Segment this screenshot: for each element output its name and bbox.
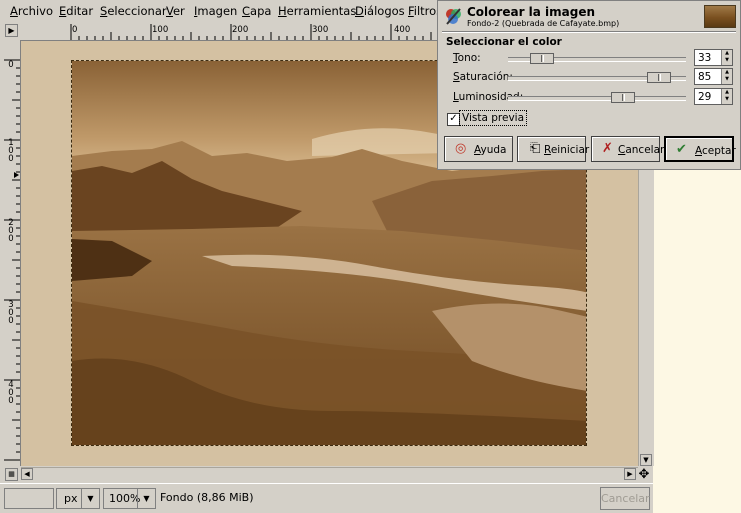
colorize-dialog: Colorear la imagen Fondo-2 (Quebrada de … <box>437 0 741 170</box>
menu-capa[interactable]: Capa <box>242 4 271 18</box>
scroll-left-arrow[interactable]: ◀ <box>21 468 33 480</box>
tono-slider[interactable] <box>508 53 686 64</box>
colorize-icon <box>446 8 461 25</box>
image-thumbnail <box>704 5 736 28</box>
menu-dialogos[interactable]: Diálogos <box>355 4 405 18</box>
luminosidad-slider[interactable] <box>508 92 686 103</box>
spin-arrows-icon[interactable]: ▲ ▼ <box>721 50 732 65</box>
menu-ver[interactable]: Ver <box>166 4 185 18</box>
dialog-title: Colorear la imagen <box>467 5 596 19</box>
help-button-label: Ayuda <box>474 144 507 156</box>
accept-button-label: Aceptar <box>695 145 736 157</box>
vruler-label-200: 200 <box>8 218 14 244</box>
scroll-right-arrow[interactable]: ▶ <box>624 468 636 480</box>
navigate-icon[interactable]: ✥ <box>637 468 651 482</box>
vruler-label-0: 0 <box>8 60 14 70</box>
reset-button[interactable]: ⎗ Reiniciar <box>517 136 590 162</box>
dialog-subtitle: Fondo-2 (Quebrada de Cafayate.bmp) <box>467 19 620 28</box>
menu-archivo[interactable]: Archivo <box>10 4 53 18</box>
zoom-select[interactable]: 100% ▼ <box>103 488 156 509</box>
quick-mask-icon[interactable]: ▦ <box>5 468 18 481</box>
zoom-value: 100% <box>109 492 141 505</box>
statusbar: px ▼ 100% ▼ Fondo (8,86 MiB) Cancelar <box>0 483 653 513</box>
unit-value: px <box>64 492 78 505</box>
chevron-down-icon: ▼ <box>137 489 155 508</box>
status-cancel-button[interactable]: Cancelar <box>600 487 650 510</box>
dialog-separator <box>442 31 736 33</box>
cancel-button-label: Cancelar <box>618 144 665 156</box>
horizontal-scrollbar[interactable]: ◀ ▶ <box>21 467 638 482</box>
reset-button-label: Reiniciar <box>544 144 590 156</box>
cancel-button[interactable]: ✗ Cancelar <box>591 136 664 162</box>
chevron-down-icon: ▼ <box>81 489 99 508</box>
spin-arrows-icon[interactable]: ▲ ▼ <box>721 89 732 104</box>
ruler-label-400: 400 <box>394 25 411 35</box>
scroll-down-arrow[interactable]: ▼ <box>640 454 652 466</box>
luminosidad-slider-knob[interactable] <box>611 92 635 103</box>
vertical-ruler: 0 100 200 300 400 <box>4 41 21 466</box>
image-menu-button[interactable]: ▶ <box>5 24 18 37</box>
menu-seleccionar[interactable]: Seleccionar <box>100 4 167 18</box>
layer-info: Fondo (8,86 MiB) <box>160 491 254 504</box>
saturacion-spinbutton[interactable]: 85 ▲ ▼ <box>694 68 733 85</box>
accept-icon: ✔ <box>676 142 687 157</box>
pointer-coordinates <box>4 488 54 509</box>
luminosidad-spinbutton[interactable]: 29 ▲ ▼ <box>694 88 733 105</box>
saturacion-slider-knob[interactable] <box>647 72 671 83</box>
section-title: Seleccionar el color <box>446 36 562 48</box>
unit-select[interactable]: px ▼ <box>56 488 100 509</box>
saturacion-slider[interactable] <box>508 72 686 83</box>
saturacion-value: 85 <box>698 71 712 83</box>
cancel-x-icon: ✗ <box>602 141 613 156</box>
saturacion-label: Saturación: <box>453 71 513 83</box>
help-icon: ◎ <box>455 141 467 156</box>
vruler-label-300: 300 <box>8 300 14 326</box>
ruler-label-0: 0 <box>72 25 78 35</box>
ruler-label-200: 200 <box>232 25 249 35</box>
tono-slider-knob[interactable] <box>530 53 554 64</box>
menu-herramientas[interactable]: Herramientas <box>278 4 356 18</box>
reset-icon: ⎗ <box>530 141 541 156</box>
preview-label[interactable]: Vista previa <box>459 110 528 126</box>
accept-button[interactable]: ✔ Aceptar <box>664 136 736 162</box>
vruler-label-100: 100 <box>8 138 14 164</box>
tono-label: Tono: <box>453 52 481 64</box>
tono-value: 33 <box>698 52 712 64</box>
vruler-label-400: 400 <box>8 380 14 406</box>
checkmark-icon: ✓ <box>449 113 458 124</box>
ruler-label-100: 100 <box>152 25 169 35</box>
spin-arrows-icon[interactable]: ▲ ▼ <box>721 69 732 84</box>
luminosidad-value: 29 <box>698 91 712 103</box>
ruler-label-300: 300 <box>312 25 329 35</box>
tono-spinbutton[interactable]: 33 ▲ ▼ <box>694 49 733 66</box>
menu-imagen[interactable]: Imagen <box>194 4 237 18</box>
help-button[interactable]: ◎ Ayuda <box>444 136 513 162</box>
menu-editar[interactable]: Editar <box>59 4 93 18</box>
